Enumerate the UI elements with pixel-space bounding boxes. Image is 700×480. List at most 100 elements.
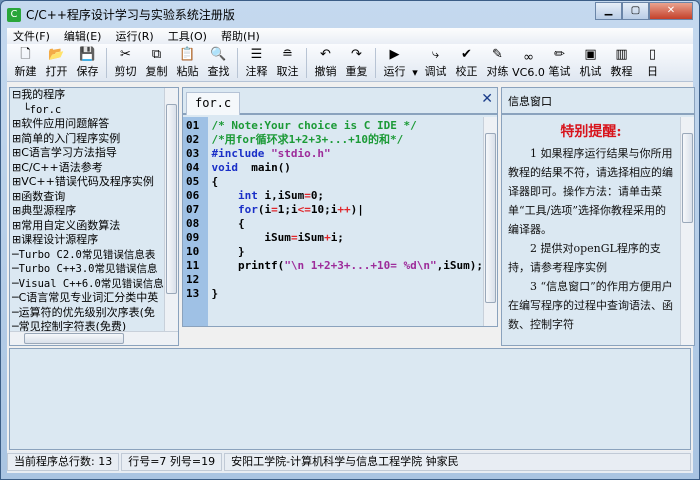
info-paragraph: 1 如果程序运行结果与你所用教程的结果不符，请选择相应的编译器即可。操作方法：请… [508, 147, 673, 236]
menu-item[interactable]: 编辑(E) [64, 28, 102, 44]
code-token: void [211, 161, 238, 174]
toolbar-button[interactable]: ≘ 取注 [272, 46, 303, 81]
tree-item-label: C/C++语法参考 [21, 160, 103, 174]
toolbar-button[interactable]: 📋 粘贴 [172, 46, 203, 81]
tab-for-c[interactable]: for.c [186, 92, 241, 115]
tree-item[interactable]: ─Turbo C2.0常见错误信息表 [10, 248, 178, 263]
tree-expander-icon[interactable]: ⊞ [12, 161, 21, 174]
toolbar-button[interactable]: 💾 保存 [72, 46, 103, 81]
tree-horizontal-scrollbar[interactable] [10, 331, 178, 345]
tree-item[interactable]: └for.c [10, 103, 178, 118]
menu-item[interactable]: 文件(F) [13, 28, 50, 44]
code-token: 0; [310, 189, 325, 202]
toolbar-button[interactable]: ✔ 校正 [451, 46, 482, 81]
tree-item[interactable]: ⊞软件应用问题解答 [10, 117, 178, 132]
code-line: } [211, 287, 483, 301]
code-token: = [271, 203, 278, 216]
tree-item[interactable]: ⊞典型源程序 [10, 204, 178, 219]
menu-item[interactable]: 工具(O) [168, 28, 207, 44]
tree-item[interactable]: ─Turbo C++3.0常见错误信息 [10, 262, 178, 277]
toolbar-button[interactable]: ↷ 重复 [341, 46, 372, 81]
tutorial-icon: ▥ [615, 47, 628, 62]
toolbar-button[interactable]: ☰ 注释 [241, 46, 272, 81]
tree-item[interactable]: ─运算符的优先级别次序表(免 [10, 306, 178, 321]
toolbar-separator [106, 48, 107, 78]
toolbar-button[interactable]: ✂ 剪切 [110, 46, 141, 81]
code-token: )| [350, 203, 364, 216]
tree-item[interactable]: ⊞C/C++语法参考 [10, 161, 178, 176]
tree-expander-icon[interactable]: ⊞ [12, 175, 21, 188]
status-cursor-position: 行号=7 列号=19 [121, 453, 223, 471]
title-bar: C C/C++程序设计学习与实验系统注册版 ▁ ▢ ✕ [1, 1, 699, 28]
tree-item[interactable]: ⊞课程设计源程序 [10, 233, 178, 248]
tree-item-label: C语言学习方法指导 [21, 146, 117, 159]
tree-item[interactable]: ⊞简单的入门程序实例 [10, 132, 178, 147]
code-line: printf("\n 1+2+3+...+10= %d\n",iSum); [211, 259, 483, 273]
tree-item[interactable]: ─Visual C++6.0常见错误信息 [10, 277, 178, 292]
toolbar-button[interactable]: 📂 打开 [41, 46, 72, 81]
tree-expander-icon[interactable]: ⊞ [12, 132, 21, 145]
tree-expander-icon[interactable]: ─ [12, 262, 19, 275]
toolbar-button[interactable]: ▯ 日 [637, 46, 668, 81]
toolbar-button[interactable]: ⧉ 复制 [141, 46, 172, 81]
line-number: 11 [186, 259, 200, 272]
tree-expander-icon[interactable]: ⊟ [12, 88, 21, 101]
tree-item[interactable]: ⊞VC++错误代码及程序实例 [10, 175, 178, 190]
find-icon: 🔍 [210, 47, 227, 62]
tree-item[interactable]: ⊞C语言学习方法指导 [10, 146, 178, 161]
code-text-area[interactable]: /* Note:Your choice is C IDE *//*用for循环求… [208, 117, 483, 326]
run-icon: ▶ [389, 47, 400, 62]
info-vertical-scrollbar[interactable] [680, 117, 694, 345]
toolbar-button[interactable]: ▶ 运行 [379, 46, 410, 81]
toolbar-button[interactable]: ∞ VC6.0 [512, 49, 545, 81]
tree-item[interactable]: ⊞函数查询 [10, 190, 178, 205]
toolbar-button[interactable]: 🔍 查找 [203, 46, 234, 81]
tree-item[interactable]: ─C语言常见专业词汇分类中英 [10, 291, 178, 306]
computer-test-icon: ▣ [584, 47, 597, 62]
tree-expander-icon[interactable]: ─ [12, 248, 19, 261]
toolbar-button[interactable]: ▾ [410, 49, 420, 81]
menu-item[interactable]: 运行(R) [115, 28, 153, 44]
tree-expander-icon[interactable]: ⊞ [12, 204, 21, 217]
tree-expander-icon[interactable]: ⊞ [12, 219, 21, 232]
pen-icon: ✏ [554, 47, 565, 62]
tree-expander-icon[interactable]: ─ [12, 291, 19, 304]
code-token: /*用for循环求1+2+3+...+10的和*/ [211, 133, 404, 146]
toolbar-button-label: 日 [647, 65, 658, 78]
editor-vertical-scrollbar[interactable] [483, 117, 497, 326]
code-token: { [211, 217, 245, 230]
line-number: 02 [186, 133, 200, 146]
tree-expander-icon[interactable]: ⊞ [12, 117, 21, 130]
tree-expander-icon[interactable]: ─ [12, 277, 19, 290]
code-token: } [211, 287, 219, 300]
menu-item[interactable]: 帮助(H) [221, 28, 260, 44]
minimize-button[interactable]: ▁ [595, 2, 622, 20]
close-button[interactable]: ✕ [649, 2, 693, 20]
toolbar-button[interactable]: 🗋 新建 [10, 46, 41, 81]
toolbar-button[interactable]: ✎ 对练 [482, 46, 513, 81]
tree-item[interactable]: ⊞常用自定义函数算法 [10, 219, 178, 234]
status-author: 安阳工学院-计算机科学与信息工程学院 钟家民 [224, 453, 691, 471]
tree-expander-icon[interactable]: ⊞ [12, 146, 21, 159]
output-panel[interactable] [9, 348, 691, 450]
tree-expander-icon[interactable]: ⊞ [12, 233, 21, 246]
tree-vertical-scrollbar[interactable] [164, 88, 178, 331]
line-numbers: 01 02 03 04 05 06 07 08 09 10 11 12 13 [183, 117, 209, 326]
toolbar-button[interactable]: ⤷ 调试 [420, 46, 451, 81]
maximize-button[interactable]: ▢ [622, 2, 649, 20]
code-token: + [324, 231, 331, 244]
tree-item[interactable]: ⊟我的程序 [10, 88, 178, 103]
tree-expander-icon[interactable]: ─ [12, 306, 19, 319]
toolbar-button[interactable]: ▣ 机试 [575, 46, 606, 81]
paste-icon: 📋 [179, 47, 196, 62]
close-tab-icon[interactable]: ✕ [481, 91, 493, 107]
tree-expander-icon[interactable]: ⊞ [12, 190, 21, 203]
toolbar-button[interactable]: ▥ 教程 [606, 46, 637, 81]
toolbar-button-label: ▾ [412, 66, 418, 79]
toolbar-button[interactable]: ✏ 笔试 [544, 46, 575, 81]
toolbar-button[interactable]: ↶ 撤销 [310, 46, 341, 81]
toolbar-button-label: 撤销 [314, 65, 337, 78]
toolbar-button-label: 校正 [455, 65, 478, 78]
tree-item-label: 常用自定义函数算法 [21, 218, 121, 232]
tree-expander-icon[interactable]: └ [12, 103, 30, 116]
